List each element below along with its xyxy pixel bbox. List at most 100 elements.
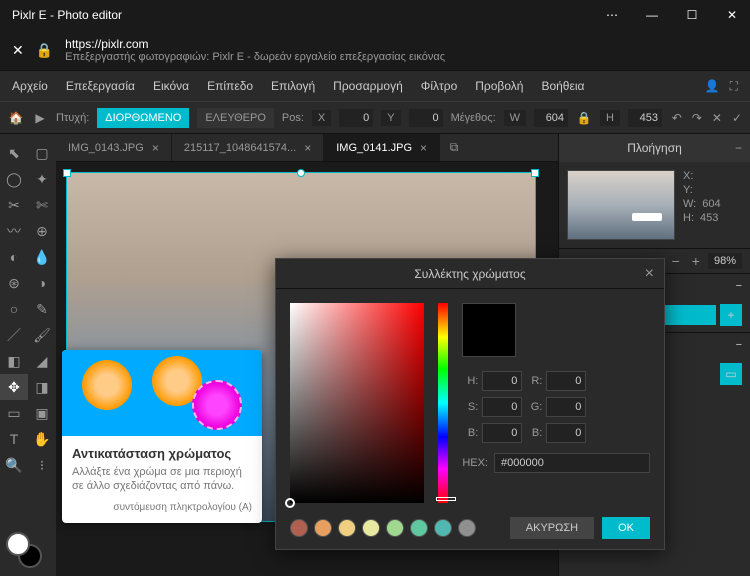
color-replace-tool-icon[interactable]: ✥ [0,374,28,400]
r-input[interactable] [546,371,586,391]
tab-0[interactable]: IMG_0143.JPG× [56,134,172,161]
preset-swatch[interactable] [458,519,476,537]
lasso-tool-icon[interactable]: ◯ [0,166,28,192]
zoom-in-icon[interactable]: + [688,253,704,269]
clone-tool-icon[interactable]: ⊕ [28,218,56,244]
fill-tool-icon[interactable]: ◢ [28,348,56,374]
tab-1[interactable]: 215117_1048641574...× [172,134,324,161]
crop-tool-icon[interactable]: ✂ [0,192,28,218]
tooltip-title: Αντικατάσταση χρώματος [72,446,252,461]
liquify-tool-icon[interactable]: 〰 [0,218,28,244]
foreground-color-swatch[interactable] [6,532,30,556]
dodge-tool-icon[interactable]: ○ [0,296,28,322]
apply-icon[interactable]: ✓ [732,111,742,125]
aspect-fixed-button[interactable]: ΔΙΟΡΘΩΜΕΝΟ [97,108,189,128]
preset-swatch[interactable] [386,519,404,537]
menu-image[interactable]: Εικόνα [153,79,189,93]
home-icon[interactable]: 🏠 [8,110,24,126]
collapse-icon[interactable]: − [735,141,742,155]
preset-swatch[interactable] [410,519,428,537]
lock-aspect-icon[interactable]: 🔒 [576,110,592,126]
cut-tool-icon[interactable]: ✄ [28,192,56,218]
color-picker-header[interactable]: Συλλέκτης χρώματος × [276,259,664,289]
preset-swatch[interactable] [338,519,356,537]
pen-tool-icon[interactable]: ✎ [28,296,56,322]
saturation-brightness-field[interactable] [290,303,424,503]
fullscreen-icon[interactable]: ⛶ [730,79,738,94]
marquee-tool-icon[interactable]: ▢ [28,140,56,166]
hue-slider[interactable] [438,303,449,503]
more-icon[interactable]: ⋯ [602,5,622,25]
navigator-thumbnail[interactable] [567,170,675,240]
menu-help[interactable]: Βοήθεια [541,79,584,93]
frame-tool-icon[interactable]: ▣ [28,400,56,426]
color-cursor[interactable] [285,498,295,508]
minimize-icon[interactable]: — [642,5,662,25]
menu-edit[interactable]: Επεξεργασία [66,79,135,93]
menu-file[interactable]: Αρχείο [12,79,48,93]
eraser-tool-icon[interactable]: ◧ [0,348,28,374]
tab-close-icon[interactable]: × [152,141,159,155]
gradient-tool-icon[interactable]: ◨ [28,374,56,400]
picker-tool-icon[interactable]: ⁝ [28,452,56,478]
tab-close-icon[interactable]: ✕ [12,42,24,59]
brush-tool-icon[interactable]: 🖌 [28,322,56,348]
menu-filter[interactable]: Φίλτρο [421,79,457,93]
zoom-out-icon[interactable]: − [668,253,684,269]
zoom-tool-icon[interactable]: 🔍 [0,452,28,478]
undo-icon[interactable]: ↶ [672,111,682,125]
menu-adjust[interactable]: Προσαρμογή [333,79,403,93]
nav-x-label: X: [683,170,693,182]
w-input[interactable] [534,109,568,127]
menu-select[interactable]: Επιλογή [271,79,315,93]
cancel-button[interactable]: ΑΚΥΡΩΣΗ [510,517,594,539]
account-icon[interactable]: 👤 [705,79,720,93]
pointer-tool-icon[interactable]: ⬉ [0,140,28,166]
close-window-icon[interactable]: ✕ [722,5,742,25]
h-input[interactable] [628,109,662,127]
hex-input[interactable] [494,453,650,473]
hue-marker[interactable] [436,497,456,501]
blur-tool-icon[interactable]: 💧 [28,244,56,270]
transform-handle[interactable] [297,169,305,177]
text-tool-icon[interactable]: T [0,426,28,452]
menu-layer[interactable]: Επίπεδο [207,79,253,93]
shape-tool-icon[interactable]: ▭ [0,400,28,426]
transform-handle[interactable] [63,169,71,177]
add-layer-button[interactable]: + [720,304,742,326]
close-icon[interactable]: × [645,265,654,283]
disperse-tool-icon[interactable]: ⊛ [0,270,28,296]
tab-close-icon[interactable]: × [304,141,311,155]
tab-overflow-icon[interactable]: ⧉ [440,134,468,161]
tab-2[interactable]: IMG_0141.JPG× [324,134,440,161]
transform-handle[interactable] [531,169,539,177]
draw-tool-icon[interactable]: ／ [0,322,28,348]
y-input[interactable] [409,109,443,127]
maximize-icon[interactable]: ☐ [682,5,702,25]
wand-tool-icon[interactable]: ✦ [28,166,56,192]
b-input[interactable] [482,423,522,443]
aspect-free-button[interactable]: ΕΛΕΥΘΕΡΟ [197,108,274,128]
color-swatches[interactable] [0,530,56,570]
b2-input[interactable] [546,423,586,443]
x-input[interactable] [339,109,373,127]
move-tool-icon[interactable]: ▶ [32,110,48,126]
redo-icon[interactable]: ↷ [692,111,702,125]
sponge-tool-icon[interactable]: ◑ [28,270,56,296]
menu-view[interactable]: Προβολή [475,79,523,93]
collapse-icon[interactable]: − [736,280,742,292]
history-action-button[interactable]: ▭ [720,363,742,385]
s-input[interactable] [482,397,522,417]
h-input[interactable] [482,371,522,391]
collapse-icon[interactable]: − [736,339,742,351]
hand-tool-icon[interactable]: ✋ [28,426,56,452]
cancel-icon[interactable]: ✕ [712,111,722,125]
preset-swatch[interactable] [434,519,452,537]
preset-swatch[interactable] [362,519,380,537]
tab-close-icon[interactable]: × [420,141,427,155]
g-input[interactable] [546,397,586,417]
preset-swatch[interactable] [290,519,308,537]
ok-button[interactable]: OK [602,517,650,539]
heal-tool-icon[interactable]: ◐ [0,244,28,270]
preset-swatch[interactable] [314,519,332,537]
